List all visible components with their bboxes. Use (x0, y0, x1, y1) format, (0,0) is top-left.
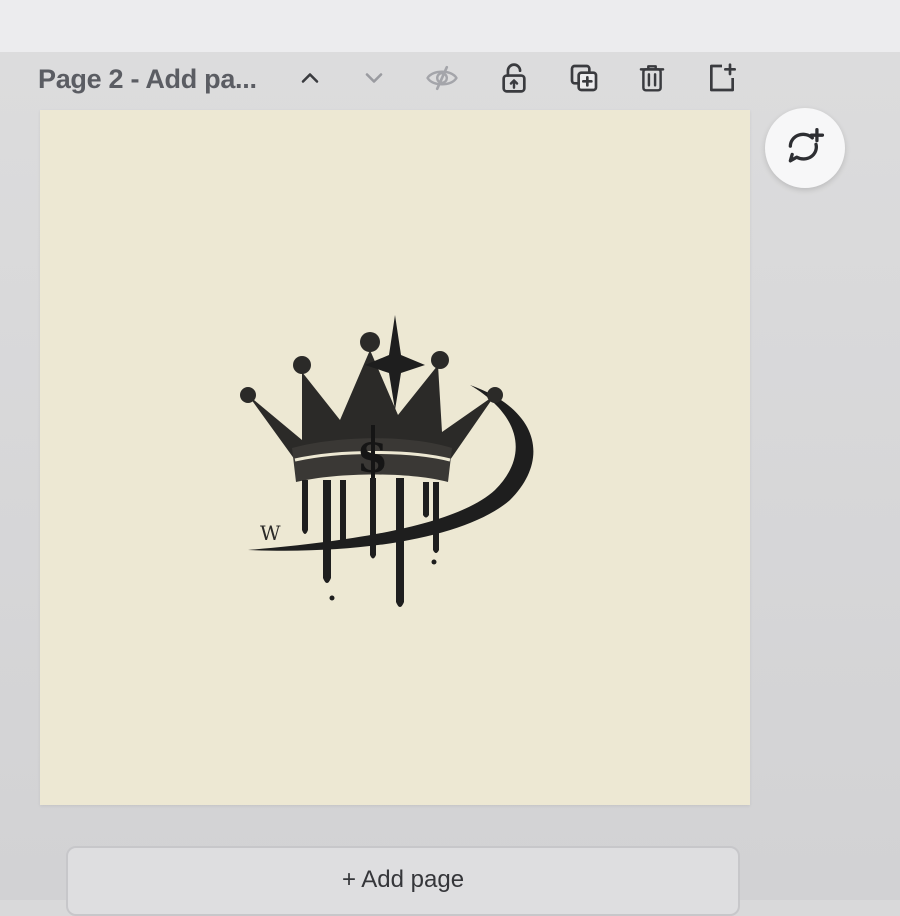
add-page-label: + Add page (341, 866, 465, 893)
add-page-icon (710, 63, 736, 92)
lock-page-button[interactable] (490, 54, 538, 102)
crown-orb (487, 387, 503, 403)
chevron-down-icon (365, 73, 383, 83)
chevron-up-icon (301, 73, 319, 83)
add-comment-icon (788, 128, 825, 163)
duplicate-page-button[interactable] (560, 54, 608, 102)
move-page-up-button[interactable] (286, 54, 334, 102)
trash-icon (639, 65, 665, 92)
design-canvas[interactable]: S W (40, 110, 750, 805)
unlock-icon (502, 63, 526, 93)
top-bar (0, 0, 900, 53)
move-page-down-button[interactable] (350, 54, 398, 102)
add-comment-button[interactable] (765, 108, 845, 188)
crown-orb (360, 332, 380, 352)
crown-logo[interactable]: S W (40, 110, 750, 805)
eye-off-icon (426, 65, 458, 91)
page-title[interactable]: Page 2 - Add pa... (38, 64, 268, 95)
duplicate-icon (570, 64, 598, 92)
add-page-header-button[interactable] (698, 54, 746, 102)
logo-letter: W (260, 521, 281, 545)
crown-orb (431, 351, 449, 369)
crown-orb (293, 356, 311, 374)
page-header: Page 2 - Add pa... (38, 54, 758, 104)
delete-page-button[interactable] (628, 54, 676, 102)
hide-page-button[interactable] (418, 54, 466, 102)
crown-orb (240, 387, 256, 403)
add-page-button[interactable]: + Add page (66, 846, 740, 916)
